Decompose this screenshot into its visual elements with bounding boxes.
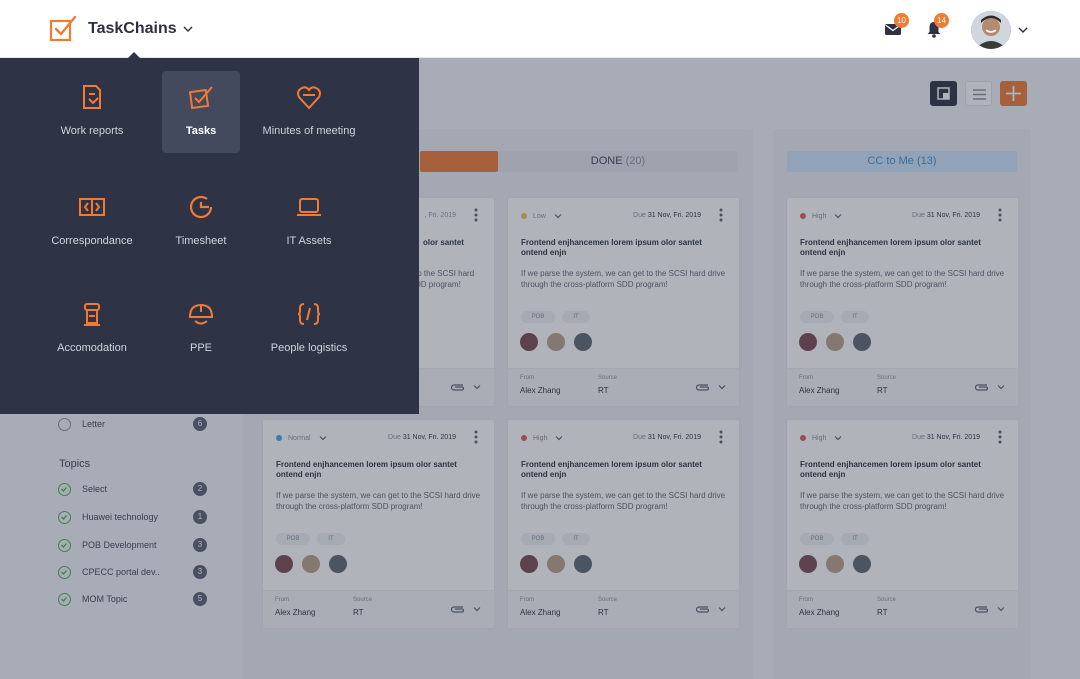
app-accomodation[interactable]: Accomodation	[53, 288, 131, 370]
mail-badge: 10	[894, 13, 909, 28]
app-minutes-of-meeting[interactable]: Minutes of meeting	[263, 71, 355, 153]
user-avatar[interactable]	[971, 11, 1011, 49]
work-report-icon	[83, 85, 101, 109]
minutes-icon	[297, 86, 321, 110]
app-correspondance[interactable]: Correspondance	[51, 181, 133, 263]
app-it-assets[interactable]: IT Assets	[270, 181, 348, 263]
app-label: People logistics	[270, 342, 348, 354]
people-logistics-icon	[297, 303, 321, 325]
app-label: Minutes of meeting	[262, 125, 356, 137]
avatar-photo-icon	[971, 11, 1011, 49]
accomodation-icon	[84, 303, 100, 326]
taskchains-logo-icon	[49, 15, 77, 42]
app-ppe[interactable]: PPE	[162, 288, 240, 370]
apps-menu: Work reports Tasks Minutes of meeting Co…	[0, 58, 419, 414]
chevron-down-icon	[183, 26, 193, 32]
helmet-icon	[188, 303, 214, 325]
chevron-down-icon[interactable]	[1018, 25, 1028, 35]
timesheet-icon	[189, 195, 213, 219]
laptop-icon	[297, 198, 321, 216]
app-timesheet[interactable]: Timesheet	[162, 181, 240, 263]
app-switcher[interactable]: TaskChains	[48, 14, 193, 44]
app-people-logistics[interactable]: People logistics	[270, 288, 348, 370]
app-work-reports[interactable]: Work reports	[53, 71, 131, 153]
notification-badge: 14	[934, 13, 949, 28]
app-tasks[interactable]: Tasks	[162, 71, 240, 153]
correspondance-icon	[79, 198, 105, 216]
app-label: IT Assets	[286, 235, 332, 247]
app-name: TaskChains	[88, 20, 177, 37]
app-header: TaskChains 10 14	[0, 0, 1080, 58]
tasks-icon	[188, 86, 213, 110]
